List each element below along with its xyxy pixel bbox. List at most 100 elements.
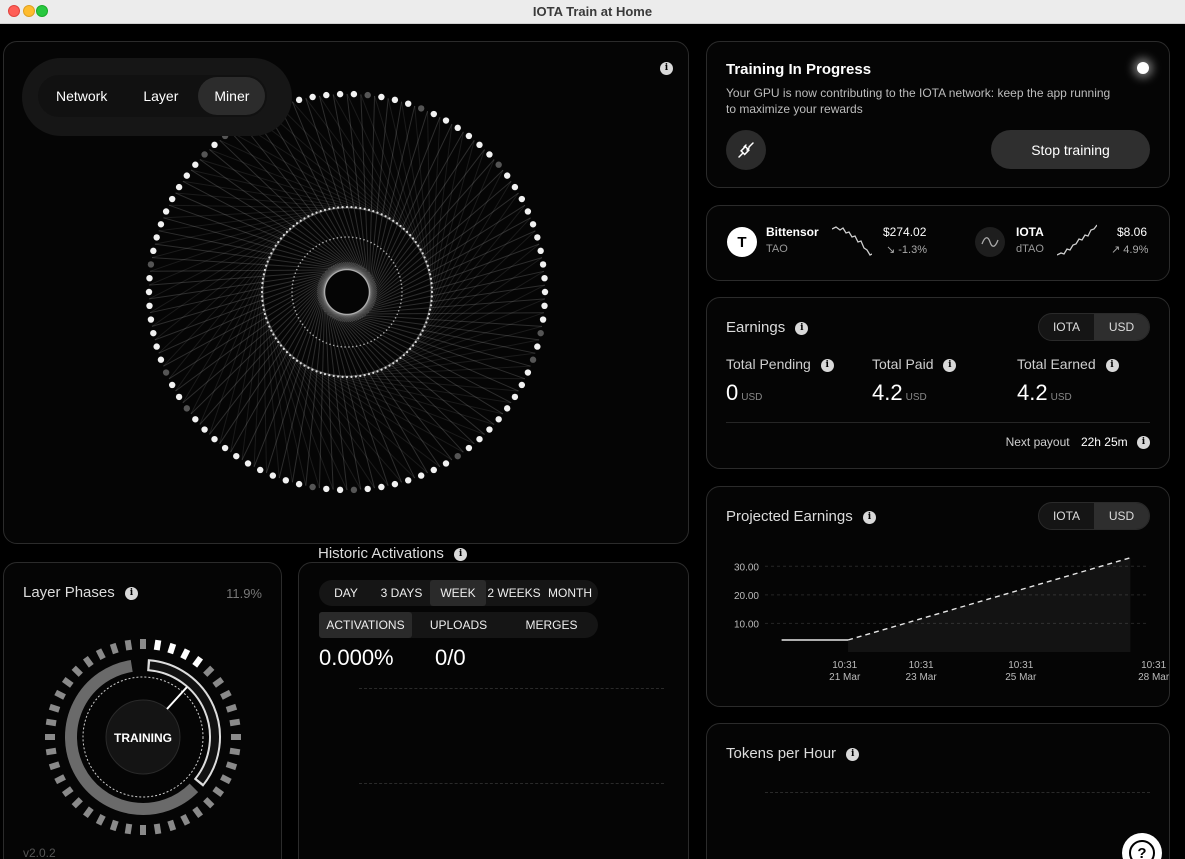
phase-tick [109, 642, 119, 655]
tokens-title-text: Tokens per Hour [726, 745, 837, 762]
total-paid-label-text: Total Paid [872, 356, 934, 372]
tab-miner[interactable]: Miner [198, 77, 266, 115]
total-earned-value: 4.2 USD [1017, 380, 1072, 406]
x-tick-date: 23 Mar [906, 672, 938, 683]
x-tick-time: 10:31 [1141, 660, 1166, 671]
phase-tick [82, 806, 94, 819]
phase-tick [82, 655, 94, 668]
range-tab-month[interactable]: MONTH [542, 580, 598, 606]
layer-phases-panel: Layer Phases i 11.9% TRAINING v2.0.2 [3, 562, 282, 859]
total-pending-value: 0 USD [726, 380, 762, 406]
iota-change: ↗ 4.9% [1111, 244, 1149, 256]
phase-tick [109, 819, 119, 832]
phase-tick [124, 823, 133, 835]
total-earned-unit: USD [1050, 392, 1072, 403]
total-pending-unit: USD [741, 392, 763, 403]
earnings-info-icon[interactable]: i [795, 321, 809, 335]
total-pending-number: 0 [726, 380, 739, 405]
help-icon: ? [1129, 840, 1155, 859]
phase-tick [48, 703, 61, 713]
total-pending-label: Total Pending i [726, 356, 834, 372]
window-titlebar: IOTA Train at Home [0, 0, 1185, 24]
bittensor-price: $274.02 [883, 225, 927, 239]
bittensor-sparkline [832, 226, 872, 256]
range-tab-day[interactable]: DAY [319, 580, 373, 606]
ticker-panel: T Bittensor TAO $274.02 ↘ -1.3% IOTA dTA… [706, 205, 1170, 281]
x-tick-time: 10:31 [1008, 660, 1033, 671]
plug-button[interactable] [726, 130, 766, 170]
training-title: Training In Progress [726, 61, 872, 78]
bittensor-logo: T [727, 227, 757, 257]
type-tab-activations[interactable]: ACTIVATIONS [319, 612, 412, 638]
earnings-title-text: Earnings [726, 319, 786, 336]
range-tab-3days[interactable]: 3 DAYS [373, 580, 430, 606]
next-payout-value: 22h 25m [1080, 435, 1128, 449]
phase-tick [225, 761, 238, 771]
earnings-currency-toggle: IOTA USD [1038, 313, 1150, 341]
viz-dots [145, 90, 549, 494]
bittensor-name: Bittensor [766, 225, 819, 239]
bittensor-change: ↘ -1.3% [886, 244, 928, 256]
total-earned-number: 4.2 [1017, 380, 1048, 405]
tokens-title: Tokens per Hour i [726, 745, 860, 762]
type-tab-merges[interactable]: MERGES [505, 612, 598, 638]
training-status-dot [1137, 62, 1149, 74]
layer-phases-title-text: Layer Phases [23, 584, 115, 601]
phase-tick [220, 689, 232, 700]
phase-tick [71, 797, 83, 809]
phase-tick [153, 639, 162, 651]
total-pending-info-icon[interactable]: i [820, 358, 834, 372]
version-label: v2.0.2 [23, 846, 56, 859]
layer-phases-info-icon[interactable]: i [124, 586, 138, 600]
training-description-line1: Your GPU is now contributing to the IOTA… [726, 86, 1111, 100]
activation-rate: 0.000% [319, 645, 394, 670]
total-paid-info-icon[interactable]: i [943, 358, 957, 372]
y-tick-label: 10.00 [734, 619, 759, 630]
iota-symbol: dTAO [1016, 243, 1044, 255]
iota-name: IOTA [1016, 225, 1044, 239]
x-tick-time: 10:31 [909, 660, 934, 671]
range-tabs: DAY 3 DAYS WEEK 2 WEEKS MONTH [319, 580, 598, 606]
phase-tick [203, 665, 215, 677]
phase-tick [54, 774, 66, 785]
phase-tick [180, 648, 191, 660]
total-paid-value: 4.2 USD [872, 380, 927, 406]
y-tick-label: 20.00 [734, 591, 759, 602]
view-toggle-inner: Network Layer Miner [38, 75, 268, 117]
earnings-panel: Earnings i IOTA USD Total Pending i 0 USD… [706, 297, 1170, 469]
phase-tick [167, 642, 177, 655]
next-payout-info-icon[interactable]: i [1137, 436, 1150, 450]
tab-layer[interactable]: Layer [127, 77, 194, 115]
range-tab-2weeks[interactable]: 2 WEEKS [486, 580, 542, 606]
type-tab-uploads[interactable]: UPLOADS [412, 612, 505, 638]
phase-tick [61, 676, 74, 688]
phase-tick [95, 648, 106, 660]
stop-training-button[interactable]: Stop training [991, 130, 1150, 169]
iota-price: $8.06 [1117, 225, 1148, 239]
total-paid-label: Total Paid i [872, 356, 957, 372]
tokens-panel: Tokens per Hour i [706, 723, 1170, 859]
total-earned-label-text: Total Earned [1017, 356, 1096, 372]
training-description-line2: to maximize your rewards [726, 102, 863, 116]
phase-tick [61, 786, 74, 798]
earnings-toggle-iota[interactable]: IOTA [1039, 314, 1094, 340]
type-tabs: ACTIVATIONS UPLOADS MERGES [319, 612, 598, 638]
phase-needle [166, 686, 188, 710]
total-earned-label: Total Earned i [1017, 356, 1119, 372]
total-paid-number: 4.2 [872, 380, 903, 405]
tab-network[interactable]: Network [40, 77, 123, 115]
earnings-toggle-usd[interactable]: USD [1094, 314, 1149, 340]
x-tick-time: 10:31 [832, 660, 857, 671]
phase-tick [212, 676, 225, 688]
phase-tick [192, 655, 204, 668]
phase-tick [48, 761, 61, 771]
earnings-divider [726, 422, 1150, 423]
historic-title: Historic Activations i [318, 545, 468, 562]
phase-tick [167, 819, 177, 832]
phase-tick [45, 747, 57, 756]
historic-info-icon[interactable]: i [454, 547, 468, 561]
range-tab-week[interactable]: WEEK [430, 580, 486, 606]
x-tick-date: 28 Mar [1138, 672, 1170, 683]
tokens-info-icon[interactable]: i [846, 747, 860, 761]
total-earned-info-icon[interactable]: i [1105, 358, 1119, 372]
